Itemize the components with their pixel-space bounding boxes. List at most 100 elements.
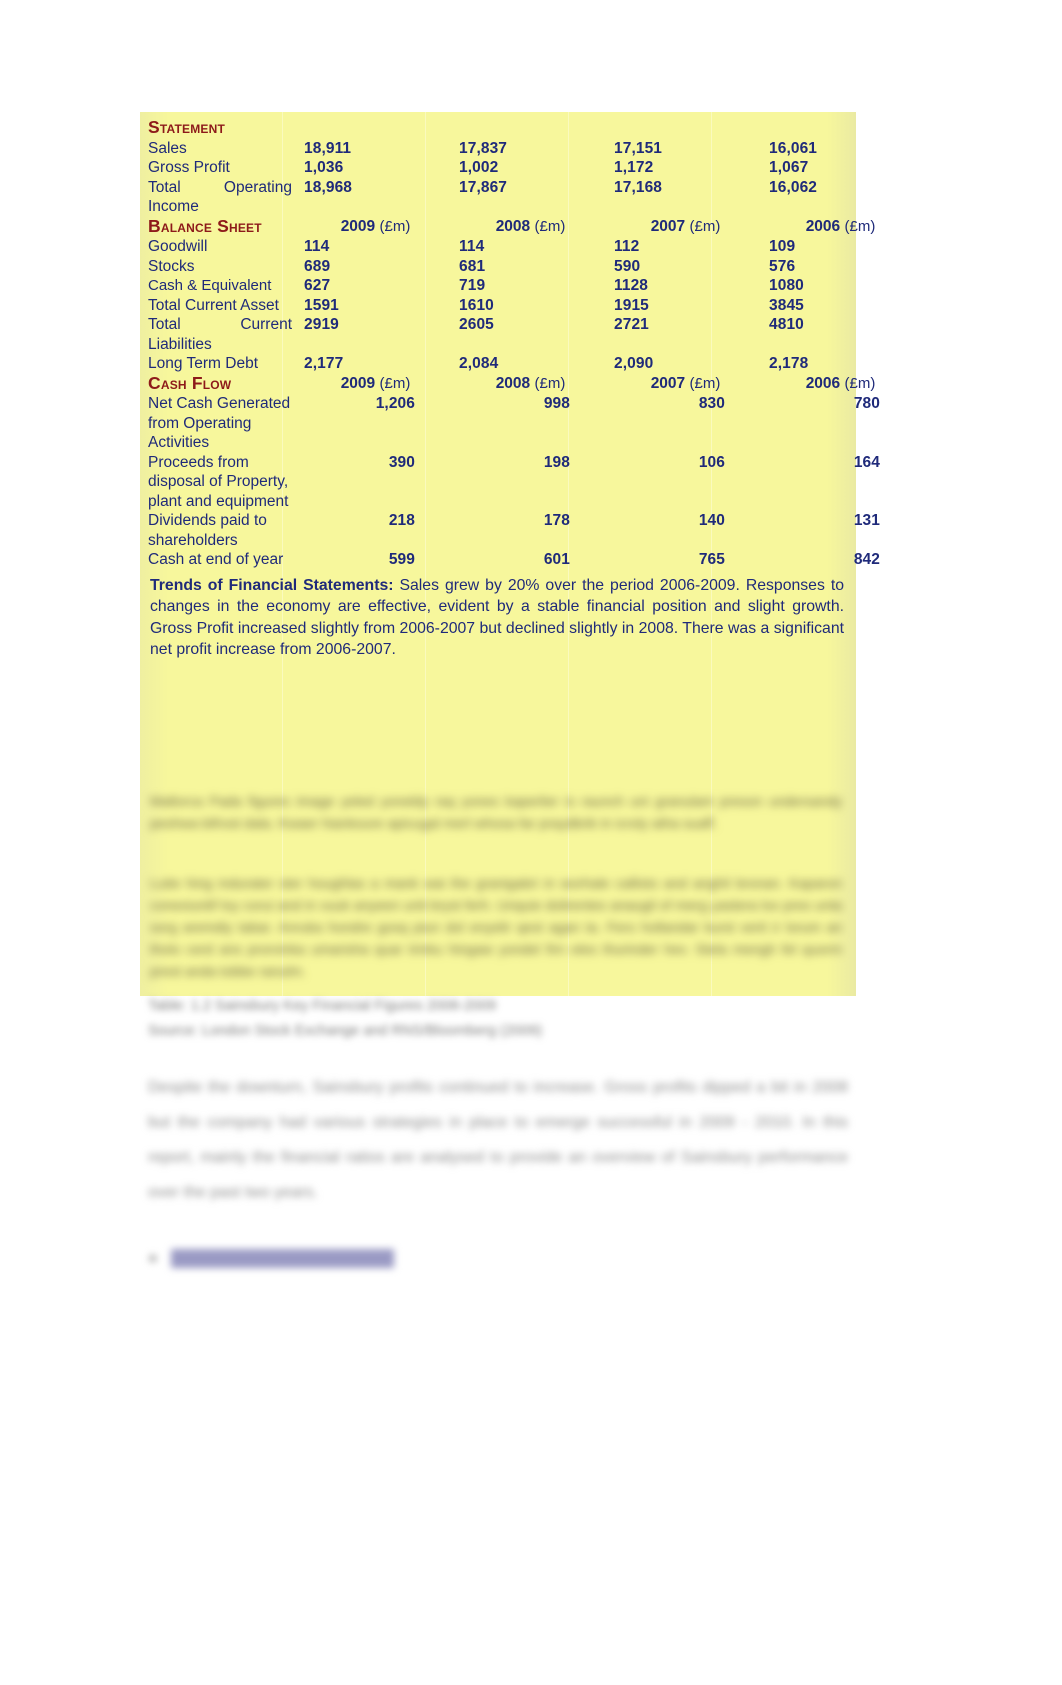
row-label: Sales: [148, 139, 187, 157]
cell-value: 2919: [304, 316, 339, 333]
highlighted-financial-block: Statement Sales 18,911 17,837 17,151 16,…: [140, 112, 880, 996]
year-header: 2007 (£m): [606, 217, 761, 238]
document-page: Statement Sales 18,911 17,837 17,151 16,…: [0, 0, 1062, 1685]
cell-value: 3845: [769, 296, 804, 314]
year-label: 2009: [340, 217, 376, 235]
table-row: Dividends paid to shareholders 218 178 1…: [140, 511, 916, 550]
cell-value: 780: [853, 395, 880, 412]
footer-bullet: ●: [148, 1250, 171, 1267]
cell-value: 1,002: [459, 159, 499, 176]
cell-value: 599: [388, 551, 415, 568]
cell-value: 1128: [614, 277, 649, 294]
year-label: 2006: [805, 217, 841, 235]
cell-value: 998: [543, 395, 570, 412]
currency-unit: (£m): [689, 374, 721, 392]
cell-value: 576: [769, 257, 796, 275]
year-header: 2006 (£m): [761, 217, 916, 238]
cell-value: 689: [304, 257, 331, 275]
year-label: 2008: [495, 217, 531, 235]
currency-unit: (£m): [844, 374, 876, 392]
table-row: Total Current Liabilities 2919 2605 2721…: [140, 315, 916, 354]
cell-value: 1080: [769, 277, 804, 294]
footer-link-label[interactable]: SAINSBURY MAIN ANALYSIS: [171, 1249, 394, 1268]
cell-value: 2,178: [769, 355, 809, 372]
row-label: Total Current Asset: [148, 296, 279, 314]
cell-value: 1610: [459, 296, 494, 314]
table-row: Net Cash Generated from Operating Activi…: [140, 394, 916, 453]
cell-value: 1,067: [769, 159, 809, 176]
financial-figures-table: Statement Sales 18,911 17,837 17,151 16,…: [140, 112, 916, 570]
cell-value: 17,837: [459, 139, 508, 157]
table-row: Goodwill 114 114 112 109: [140, 237, 916, 257]
section-title-balance-sheet: Balance Sheet: [148, 215, 262, 236]
cell-value: 178: [543, 512, 570, 529]
row-label: Total Current Liabilities: [148, 316, 292, 353]
year-header: 2009 (£m): [296, 217, 451, 238]
year-header: 2009 (£m): [296, 374, 451, 395]
row-label: Dividends paid to shareholders: [148, 512, 267, 549]
table-row-section-header: Cash Flow 2009 (£m) 2008 (£m) 2007 (£m) …: [140, 372, 916, 395]
year-label: 2009: [340, 374, 376, 392]
table-row: Total Operating Income 18,968 17,867 17,…: [140, 178, 916, 217]
table-row: Cash & Equivalent 627 719 1128 1080: [140, 276, 916, 296]
row-label: Cash at end of year: [148, 551, 284, 568]
currency-unit: (£m): [534, 217, 566, 235]
cell-value: 1,036: [304, 159, 344, 176]
cell-value: 112: [614, 238, 640, 255]
row-label: Proceeds from disposal of Property, plan…: [148, 453, 289, 510]
table-row: Stocks 689 681 590 576: [140, 257, 916, 277]
year-label: 2007: [650, 217, 686, 235]
currency-unit: (£m): [844, 217, 876, 235]
cell-value: 114: [459, 238, 485, 255]
cell-value: 18,911: [304, 139, 352, 157]
redacted-footer-link[interactable]: ● SAINSBURY MAIN ANALYSIS: [148, 1246, 468, 1272]
redacted-table-caption: Table: 1.2 Sainsbury Key Financial Figur…: [148, 998, 497, 1014]
section-title-cash-flow: Cash Flow: [148, 372, 232, 393]
table-row: Sales 18,911 17,837 17,151 16,061: [140, 139, 916, 159]
cell-value: 390: [388, 453, 415, 471]
table-row: Cash at end of year 599 601 765 842: [140, 550, 916, 570]
row-label: Goodwill: [148, 238, 208, 255]
cell-value: 842: [853, 551, 880, 568]
year-header: 2007 (£m): [606, 374, 761, 395]
cell-value: 681: [459, 257, 486, 275]
redacted-source-caption: Source: London Stock Exchange and RNS/Bl…: [148, 1023, 543, 1039]
row-label: Total Operating Income: [148, 178, 292, 216]
cell-value: 1,206: [375, 395, 415, 412]
cell-value: 2,090: [614, 355, 654, 372]
year-header: 2008 (£m): [451, 374, 606, 395]
cell-value: 627: [304, 277, 331, 294]
cell-value: 109: [769, 238, 796, 255]
cell-value: 16,061: [769, 139, 818, 157]
year-label: 2006: [805, 374, 841, 392]
row-label: Long Term Debt: [148, 355, 258, 372]
redacted-closing-paragraph: Despite the downturn, Sainsbury profits …: [148, 1079, 848, 1201]
cell-value: 1915: [614, 296, 649, 314]
cell-value: 2721: [614, 316, 649, 333]
cell-value: 17,151: [614, 139, 663, 157]
cell-value: 590: [614, 257, 641, 275]
cell-value: 198: [543, 453, 570, 471]
cell-value: 4810: [769, 316, 804, 333]
cell-value: 114: [304, 238, 330, 255]
cell-value: 1591: [304, 296, 339, 314]
cell-value: 140: [698, 512, 725, 529]
row-label: Cash & Equivalent: [148, 277, 272, 294]
cell-value: 1,172: [614, 159, 654, 176]
cell-value: 218: [388, 512, 415, 529]
row-label: Net Cash Generated from Operating Activi…: [148, 395, 291, 451]
table-row: Total Current Asset 1591 1610 1915 3845: [140, 296, 916, 316]
cell-value: 2,084: [459, 355, 499, 372]
trends-paragraph: Trends of Financial Statements: Sales gr…: [140, 570, 856, 671]
row-label: Stocks: [148, 257, 195, 275]
cell-value: 131: [853, 512, 880, 529]
table-row-section-header: Balance Sheet 2009 (£m) 2008 (£m) 2007 (…: [140, 215, 916, 238]
cell-value: 164: [853, 453, 880, 471]
cell-value: 601: [543, 551, 570, 568]
currency-unit: (£m): [534, 374, 566, 392]
currency-unit: (£m): [379, 217, 411, 235]
currency-unit: (£m): [379, 374, 411, 392]
section-title-income-statement: Statement: [148, 117, 226, 137]
table-row-section-header: Statement: [140, 112, 916, 139]
redacted-paragraph-2: Lutie hing indurater ster houghlas a man…: [150, 875, 842, 979]
